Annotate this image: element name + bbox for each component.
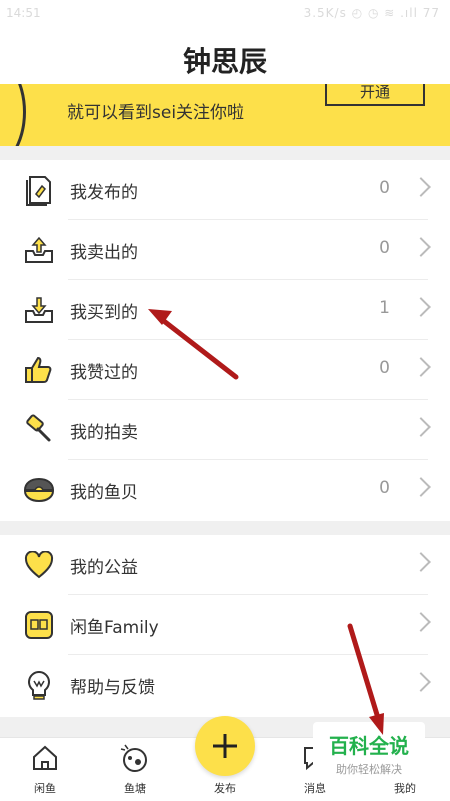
watermark-title: 百科全说 — [329, 734, 409, 758]
home-icon — [0, 742, 90, 774]
menu-item-liked[interactable]: 我赞过的 0 — [0, 340, 450, 400]
menu-item-label: 我赞过的 — [70, 363, 138, 383]
thumbs-up-icon — [22, 354, 56, 386]
publish-button[interactable] — [195, 716, 255, 776]
header: 钟思辰 — [0, 28, 450, 84]
tab-label: 消息 — [304, 782, 326, 795]
menu-item-sold[interactable]: 我卖出的 0 — [0, 220, 450, 280]
menu-group-more: 我的公益 闲鱼Family 帮助与反馈 — [0, 535, 450, 715]
chevron-right-icon — [411, 477, 431, 497]
status-bar: 14:51 3.5K/s ◴ ◷ ≋ .ıll 77 — [0, 0, 450, 28]
tab-label: 我的 — [394, 782, 416, 795]
chevron-right-icon — [411, 552, 431, 572]
menu-item-label: 我的鱼贝 — [70, 483, 138, 503]
open-button[interactable]: 开通 — [325, 84, 425, 106]
help-bulb-icon — [22, 669, 56, 701]
auction-hammer-icon — [22, 414, 56, 446]
menu-item-count: 0 — [379, 238, 390, 258]
tab-label: 鱼塘 — [124, 782, 146, 795]
menu-item-auction[interactable]: 我的拍卖 — [0, 400, 450, 460]
menu-item-count: 0 — [379, 358, 390, 378]
chevron-right-icon — [411, 237, 431, 257]
menu-group-orders: 我发布的 0 我卖出的 0 我买到的 1 我赞过的 0 我的拍卖 我的鱼贝 0 — [0, 160, 450, 520]
banner-text: 就可以看到sei关注你啦 — [67, 103, 245, 123]
section-gap — [0, 146, 450, 160]
tab-label: 发布 — [214, 782, 236, 795]
heart-icon — [22, 549, 56, 581]
menu-item-label: 我的拍卖 — [70, 423, 138, 443]
publish-doc-icon — [22, 174, 56, 206]
family-icon — [22, 609, 56, 641]
chevron-right-icon — [411, 177, 431, 197]
menu-item-label: 闲鱼Family — [70, 618, 159, 638]
menu-item-family[interactable]: 闲鱼Family — [0, 595, 450, 655]
menu-item-charity[interactable]: 我的公益 — [0, 535, 450, 595]
watermark-subtitle: 助你轻松解决 — [336, 763, 402, 776]
avatar[interactable] — [0, 84, 26, 146]
chevron-right-icon — [411, 672, 431, 692]
sold-box-icon — [22, 234, 56, 266]
tab-label: 闲鱼 — [34, 782, 56, 795]
status-time: 14:51 — [6, 6, 41, 20]
tab-pond[interactable]: 鱼塘 — [90, 742, 180, 796]
menu-item-label: 我买到的 — [70, 303, 138, 323]
section-gap — [0, 521, 450, 535]
menu-item-count: 0 — [379, 178, 390, 198]
chevron-right-icon — [411, 297, 431, 317]
menu-item-bought[interactable]: 我买到的 1 — [0, 280, 450, 340]
shell-icon — [22, 474, 56, 506]
menu-item-help[interactable]: 帮助与反馈 — [0, 655, 450, 715]
watermark-logo: 百科全说 助你轻松解决 — [313, 722, 425, 776]
menu-item-label: 我卖出的 — [70, 243, 138, 263]
menu-item-count: 0 — [379, 478, 390, 498]
menu-item-count: 1 — [379, 298, 390, 318]
menu-item-label: 我发布的 — [70, 183, 138, 203]
menu-item-label: 我的公益 — [70, 558, 138, 578]
menu-item-label: 帮助与反馈 — [70, 678, 155, 698]
page-title: 钟思辰 — [182, 45, 267, 78]
plus-icon — [213, 734, 237, 758]
menu-item-published[interactable]: 我发布的 0 — [0, 160, 450, 220]
bought-box-icon — [22, 294, 56, 326]
chevron-right-icon — [411, 417, 431, 437]
pond-icon — [90, 742, 180, 774]
tab-home[interactable]: 闲鱼 — [0, 742, 90, 796]
member-banner[interactable]: 就可以看到sei关注你啦 开通 — [0, 84, 450, 146]
chevron-right-icon — [411, 612, 431, 632]
menu-item-shells[interactable]: 我的鱼贝 0 — [0, 460, 450, 520]
chevron-right-icon — [411, 357, 431, 377]
status-icons: 3.5K/s ◴ ◷ ≋ .ıll 77 — [303, 6, 440, 20]
